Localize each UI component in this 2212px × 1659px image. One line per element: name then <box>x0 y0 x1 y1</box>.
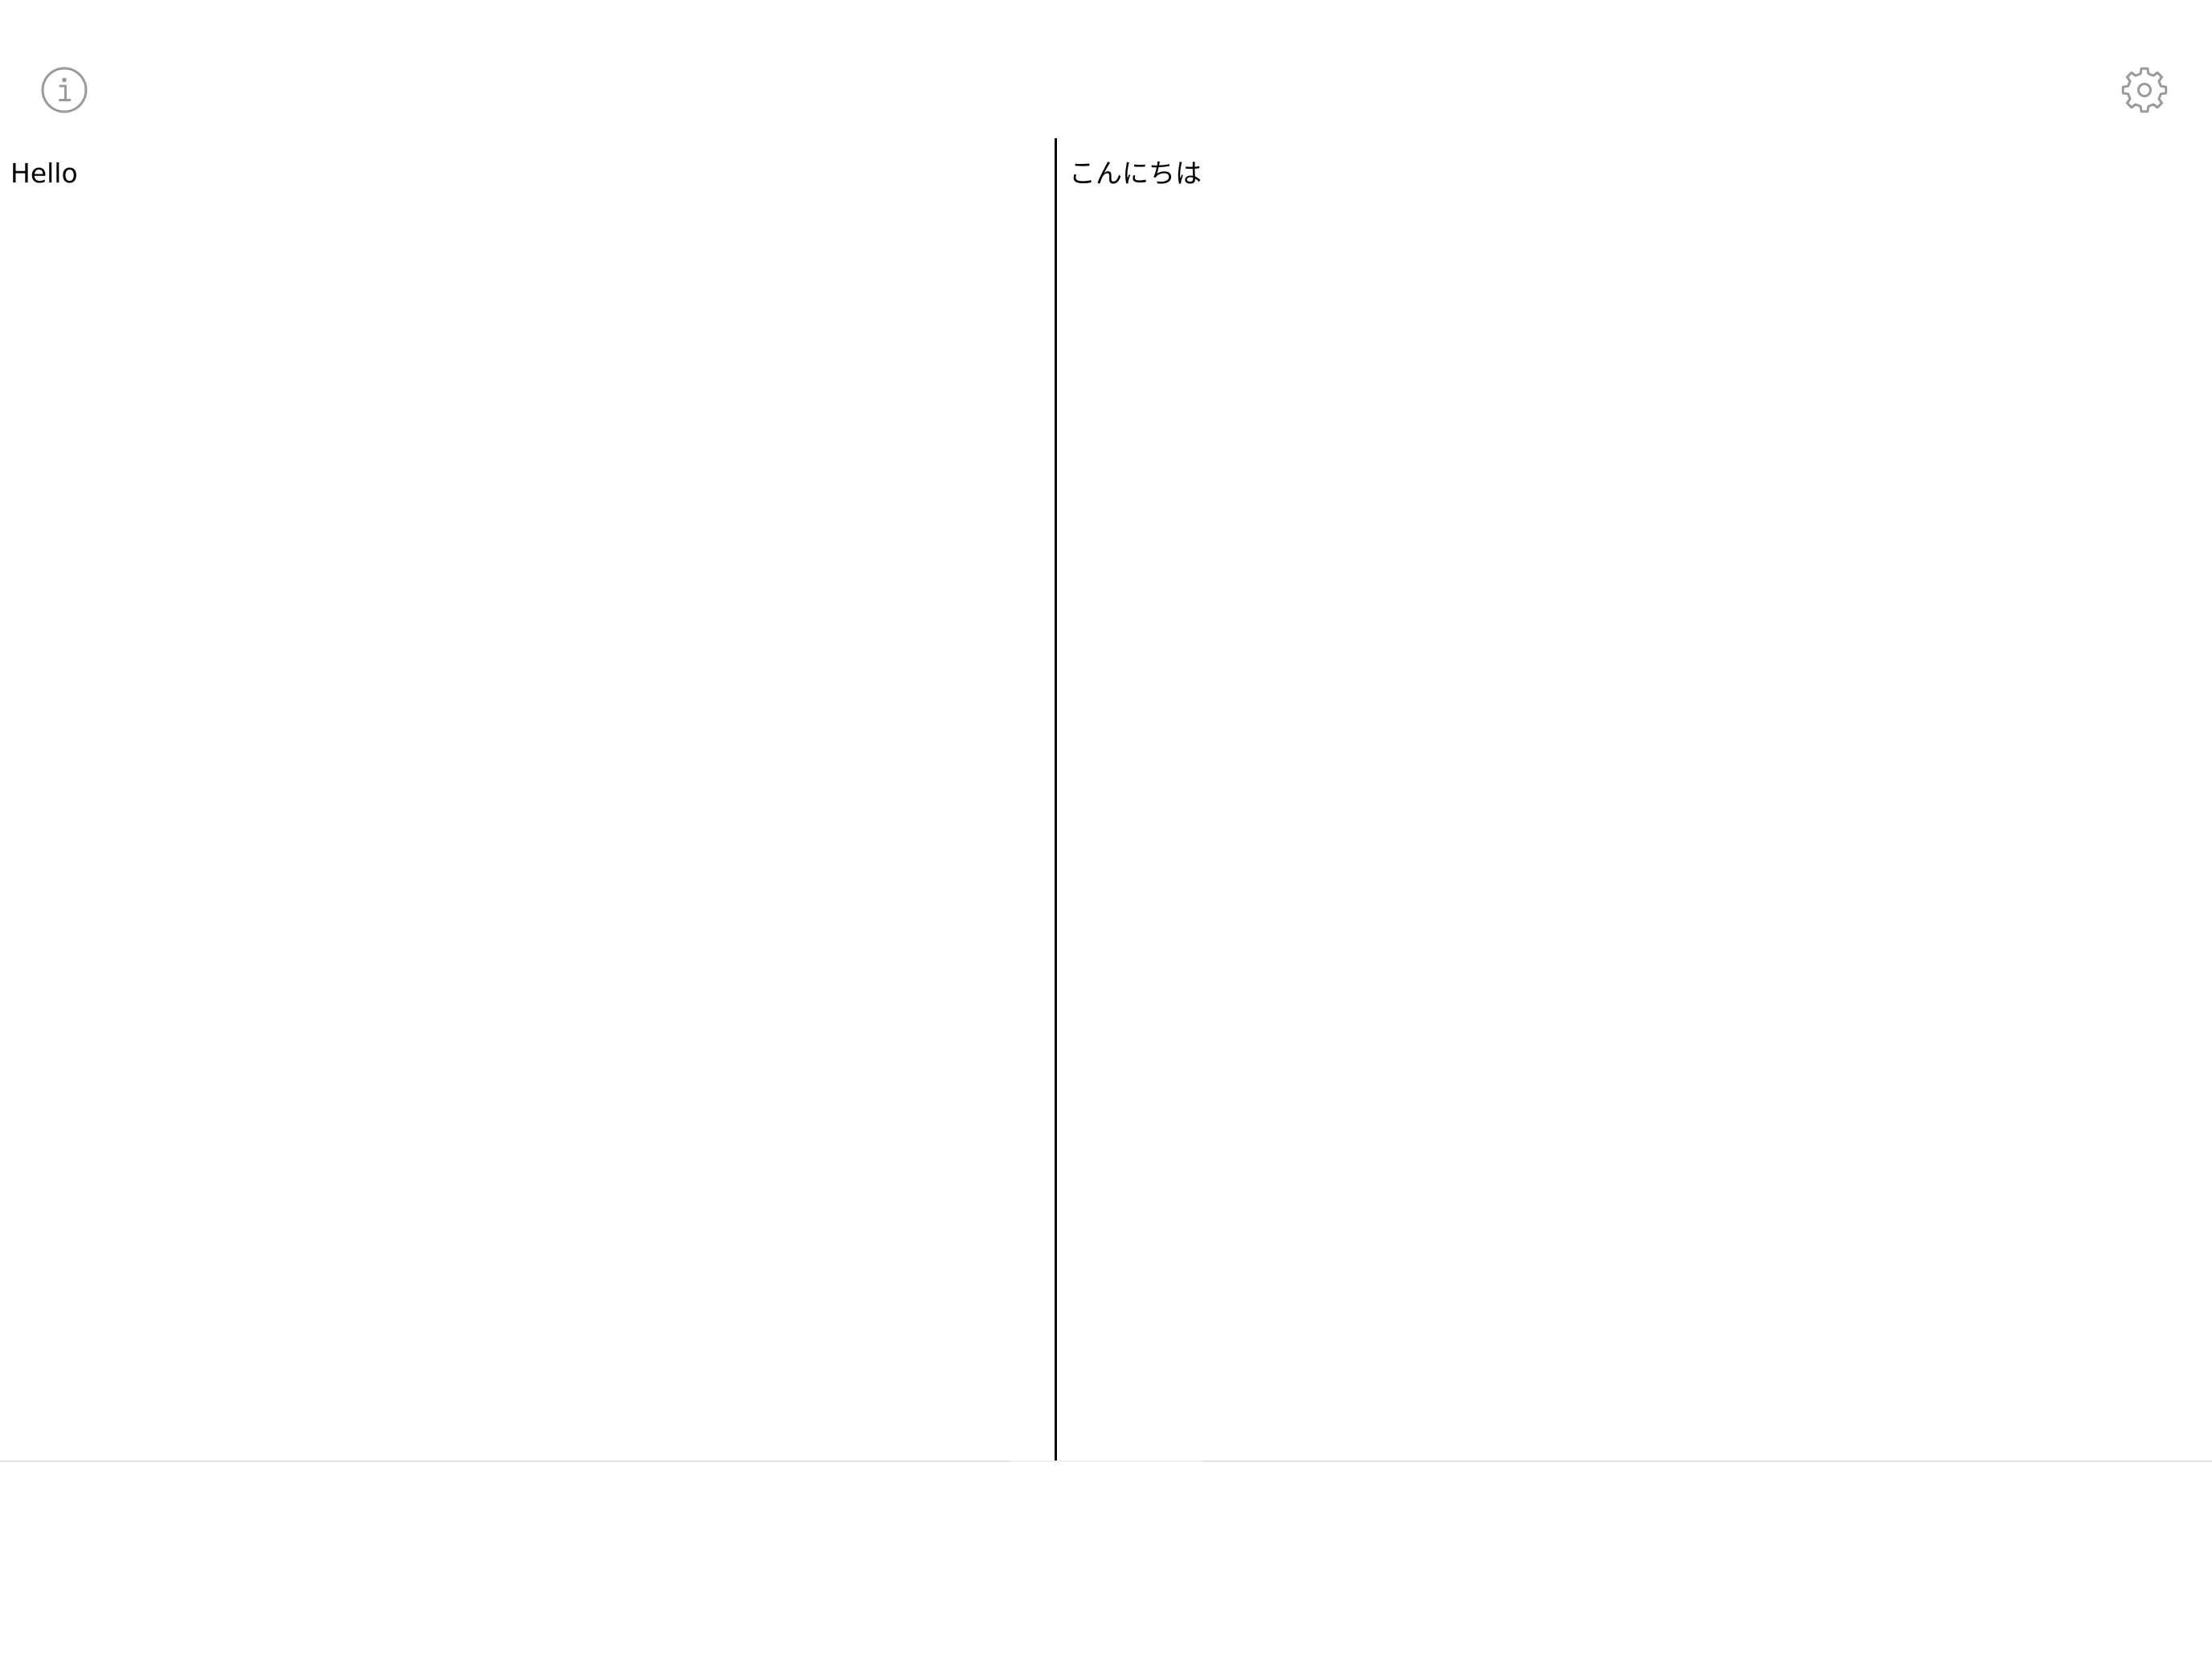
source-text[interactable]: Hello <box>10 156 78 191</box>
translation-panes: Hello こんにちは <box>0 138 2212 1460</box>
bottom-bar-indicator <box>1009 1460 1202 1462</box>
gear-icon <box>2120 65 2169 115</box>
top-toolbar <box>0 0 2212 138</box>
target-text[interactable]: こんにちは <box>1069 156 1202 191</box>
settings-button[interactable] <box>2116 61 2173 119</box>
info-circle-icon <box>39 65 89 115</box>
info-button[interactable] <box>35 61 93 119</box>
bottom-bar <box>0 1460 2212 1659</box>
source-pane[interactable]: Hello <box>0 138 1055 1460</box>
target-pane[interactable]: こんにちは <box>1057 138 2212 1460</box>
